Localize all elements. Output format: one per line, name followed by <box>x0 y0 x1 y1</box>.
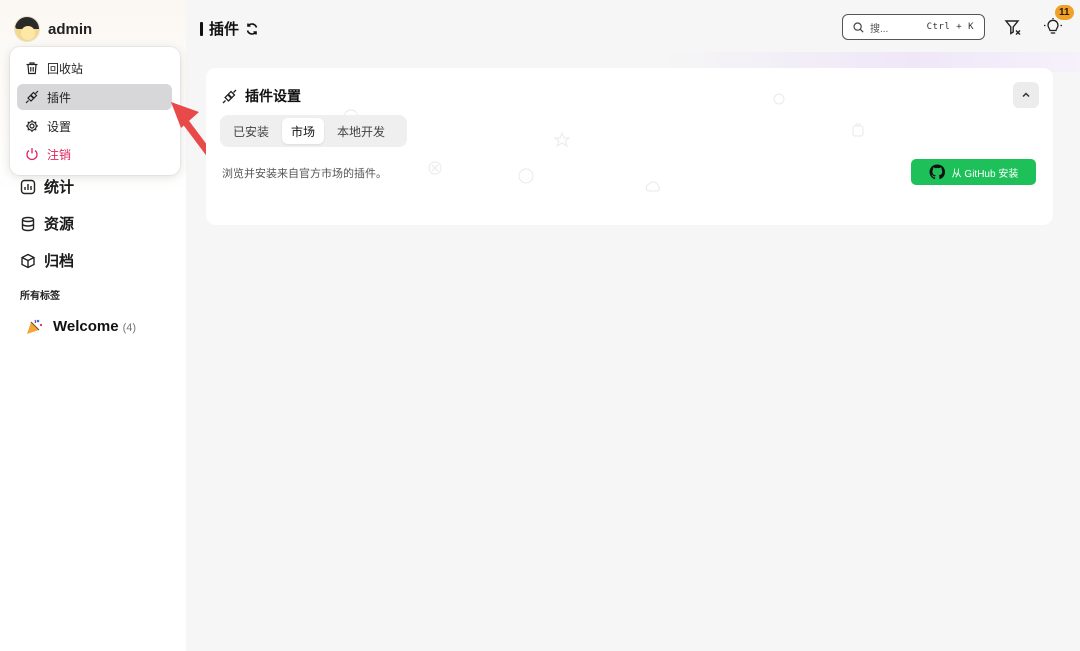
title-bar-accent <box>200 21 203 36</box>
menu-item-plugins[interactable]: 插件 <box>17 84 172 110</box>
filter-icon <box>1004 19 1020 35</box>
nav-item-label: 归档 <box>44 253 75 270</box>
plug-icon <box>222 89 237 103</box>
menu-item-label: 设置 <box>47 119 72 134</box>
avatar[interactable] <box>14 16 40 42</box>
github-install-button[interactable]: 从 GitHub 安装 <box>911 159 1036 185</box>
nav-item-resources[interactable]: 资源 <box>20 213 74 234</box>
collapse-button[interactable] <box>1013 82 1039 108</box>
refresh-icon[interactable] <box>245 22 259 36</box>
tab-installed[interactable]: 已安装 <box>224 118 278 144</box>
notification-badge: 11 <box>1055 5 1074 20</box>
trash-icon <box>26 62 38 75</box>
menu-item-label: 回收站 <box>47 61 84 76</box>
user-menu: 回收站 插件 设置 注销 <box>10 47 180 175</box>
menu-item-logout[interactable]: 注销 <box>17 141 172 167</box>
search-shortcut: Ctrl + K <box>926 22 974 32</box>
plugin-tabs: 已安装 市场 本地开发 <box>220 115 407 147</box>
card-title-text: 插件设置 <box>245 88 301 104</box>
plugin-settings-card: 插件设置 已安装 市场 本地开发 浏览并安装来自官方市场的插件。 从 GitHu… <box>206 68 1053 225</box>
database-icon <box>21 216 35 231</box>
page-title: 插件 <box>200 18 259 39</box>
chart-icon <box>20 179 36 194</box>
tag-label: Welcome (4) <box>53 318 137 335</box>
nav-item-stats[interactable]: 统计 <box>20 176 74 197</box>
plug-icon <box>25 90 39 104</box>
box-icon <box>21 253 35 268</box>
user-profile[interactable]: admin <box>14 16 92 42</box>
tags-title: 所有标签 <box>20 291 60 302</box>
nav-item-archive[interactable]: 归档 <box>20 250 74 271</box>
party-popper-icon <box>27 319 43 334</box>
tag-count: (4) <box>122 322 137 334</box>
lightbulb-icon <box>1044 18 1062 34</box>
github-icon <box>929 164 945 180</box>
chevron-up-icon <box>1022 92 1030 98</box>
gear-icon <box>26 120 38 132</box>
nav-item-label: 资源 <box>44 216 75 233</box>
tag-item-welcome[interactable]: Welcome (4) <box>26 318 136 335</box>
power-icon <box>26 148 38 161</box>
menu-item-trash[interactable]: 回收站 <box>17 55 172 81</box>
user-name: admin <box>48 20 93 38</box>
nav-item-label: 统计 <box>44 179 75 196</box>
card-description: 浏览并安装来自官方市场的插件。 <box>222 168 387 180</box>
menu-item-settings[interactable]: 设置 <box>17 113 172 139</box>
card-title: 插件设置 <box>222 86 301 106</box>
github-install-label: 从 GitHub 安装 <box>951 168 1019 180</box>
tab-local-dev[interactable]: 本地开发 <box>328 118 394 144</box>
search-icon <box>853 21 864 33</box>
page-title-text: 插件 <box>209 21 240 38</box>
tab-market[interactable]: 市场 <box>282 118 325 144</box>
search-placeholder: 搜... <box>870 23 889 35</box>
menu-item-label: 注销 <box>47 147 72 162</box>
menu-item-label: 插件 <box>47 90 72 105</box>
filter-button[interactable] <box>1002 16 1024 38</box>
search-button[interactable]: 搜... Ctrl + K <box>842 14 985 40</box>
